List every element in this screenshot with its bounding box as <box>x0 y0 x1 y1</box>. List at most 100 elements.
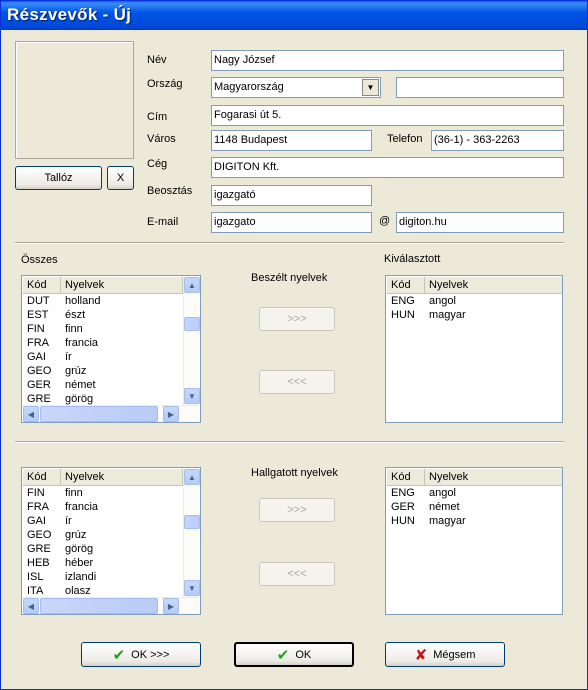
list-item[interactable]: FRA francia <box>23 501 98 515</box>
scroll-thumb[interactable] <box>184 515 200 529</box>
spoken-section-title: Beszélt nyelvek <box>251 272 328 284</box>
column-header-code[interactable]: Kód <box>23 277 61 293</box>
column-header-language[interactable]: Nyelvek <box>61 277 183 293</box>
language-code: GAI <box>27 351 46 363</box>
list-item[interactable]: GEO grúz <box>23 365 100 379</box>
cancel-label: Mégsem <box>433 648 476 661</box>
list-item[interactable]: GRE görög <box>23 543 98 557</box>
country-label: Ország <box>147 78 183 90</box>
scroll-up-button[interactable]: ▲ <box>184 277 200 293</box>
column-header-language[interactable]: Nyelvek <box>425 469 562 485</box>
position-label: Beosztás <box>147 185 193 197</box>
spoken-remove-button[interactable]: <<< <box>259 370 335 394</box>
language-name: izlandi <box>65 571 97 583</box>
address-label: Cím <box>147 111 168 123</box>
ok-button[interactable]: ✔ OK <box>234 642 354 667</box>
language-code: ENG <box>391 295 415 307</box>
list-item[interactable]: DUT holland <box>23 295 100 309</box>
language-name: ír <box>65 351 72 363</box>
address-field[interactable]: Fogarasi út 5. <box>211 105 564 126</box>
column-header-code[interactable]: Kód <box>23 469 61 485</box>
heard-remove-button[interactable]: <<< <box>259 562 335 586</box>
list-item[interactable]: GAI ír <box>23 515 98 529</box>
spoken-all-list[interactable]: Kód Nyelvek DUT holland EST észt FIN finn FRA f… <box>21 275 201 423</box>
vertical-scrollbar[interactable]: ▲ ▼ <box>183 469 200 597</box>
list-item[interactable]: HUN magyar <box>387 309 466 323</box>
column-header-code[interactable]: Kód <box>387 277 425 293</box>
city-field[interactable]: 1148 Budapest <box>211 130 372 151</box>
scroll-down-button[interactable]: ▼ <box>184 580 200 596</box>
horizontal-scrollbar[interactable]: ◀ ▶ <box>23 405 199 422</box>
list-item[interactable]: EST észt <box>23 309 100 323</box>
language-code: FRA <box>27 501 49 513</box>
position-field[interactable]: igazgató <box>211 185 372 206</box>
language-name: francia <box>65 501 99 513</box>
list-header: Kód Nyelvek <box>23 469 183 486</box>
list-item[interactable]: GEO grúz <box>23 529 98 543</box>
vertical-scrollbar[interactable]: ▲ ▼ <box>183 277 200 405</box>
email-domain-field[interactable]: digiton.hu <box>396 212 564 233</box>
cancel-button[interactable]: ✘ Mégsem <box>385 642 505 667</box>
city-label: Város <box>147 133 176 145</box>
language-name: német <box>429 501 460 513</box>
list-item[interactable]: ISL izlandi <box>23 571 98 585</box>
scroll-up-button[interactable]: ▲ <box>184 469 200 485</box>
name-field[interactable]: Nagy József <box>211 50 564 71</box>
scroll-down-button[interactable]: ▼ <box>184 388 200 404</box>
ok-next-button[interactable]: ✔ OK >>> <box>81 642 201 667</box>
scroll-right-button[interactable]: ▶ <box>163 406 179 422</box>
separator <box>15 441 564 443</box>
scroll-thumb[interactable] <box>40 598 158 614</box>
list-item[interactable]: FIN finn <box>23 487 98 501</box>
list-item[interactable]: HEB héber <box>23 557 98 571</box>
scroll-left-button[interactable]: ◀ <box>23 406 39 422</box>
email-user-field[interactable]: igazgato <box>211 212 372 233</box>
language-name: görög <box>65 543 94 555</box>
language-name: héber <box>65 557 94 569</box>
heard-all-rows: FIN finn FRA francia GAI ír GEO grúz GRE görög HEB… <box>23 487 98 599</box>
list-item[interactable]: FRA francia <box>23 337 100 351</box>
list-item[interactable]: ENG angol <box>387 487 466 501</box>
spoken-selected-label: Kiválasztott <box>384 253 441 265</box>
browse-button[interactable]: Tallóz <box>15 166 102 190</box>
scroll-thumb[interactable] <box>40 406 158 422</box>
language-code: GER <box>27 379 51 391</box>
heard-all-list[interactable]: Kód Nyelvek FIN finn FRA francia GAI ír GEO grú… <box>21 467 201 615</box>
list-item[interactable]: GAI ír <box>23 351 100 365</box>
heard-section-title: Hallgatott nyelvek <box>251 467 338 479</box>
list-item[interactable]: FIN finn <box>23 323 100 337</box>
column-header-language[interactable]: Nyelvek <box>61 469 183 485</box>
spoken-selected-rows: ENG angol HUN magyar <box>387 295 466 323</box>
spoken-add-button[interactable]: >>> <box>259 307 335 331</box>
list-item[interactable]: GER német <box>23 379 100 393</box>
column-header-code[interactable]: Kód <box>387 469 425 485</box>
country-select[interactable]: Magyarország <box>211 77 381 98</box>
list-item[interactable]: ENG angol <box>387 295 466 309</box>
list-item[interactable]: GER német <box>387 501 466 515</box>
language-name: francia <box>65 337 99 349</box>
column-header-language[interactable]: Nyelvek <box>425 277 562 293</box>
language-code: GAI <box>27 515 46 527</box>
ok-label: OK <box>295 648 312 661</box>
language-code: HUN <box>391 515 415 527</box>
photo-box <box>15 41 134 159</box>
country-dropdown-button[interactable]: ▼ <box>362 79 379 96</box>
scroll-thumb[interactable] <box>184 317 200 331</box>
ok-next-label: OK >>> <box>131 648 170 661</box>
country-extra-field[interactable] <box>396 77 564 98</box>
dialog-window: Részvevők - Új Tallóz X Név Nagy József … <box>0 0 588 690</box>
language-name: ír <box>65 515 72 527</box>
scroll-right-button[interactable]: ▶ <box>163 598 179 614</box>
phone-field[interactable]: (36-1) - 363-2263 <box>431 130 564 151</box>
title-bar[interactable]: Részvevők - Új <box>1 1 587 30</box>
heard-add-button[interactable]: >>> <box>259 498 335 522</box>
spoken-selected-list[interactable]: Kód Nyelvek ENG angol HUN magyar <box>385 275 563 423</box>
horizontal-scrollbar[interactable]: ◀ ▶ <box>23 597 199 614</box>
company-field[interactable]: DIGITON Kft. <box>211 157 564 178</box>
scroll-left-button[interactable]: ◀ <box>23 598 39 614</box>
list-item[interactable]: HUN magyar <box>387 515 466 529</box>
language-name: angol <box>429 487 456 499</box>
language-name: finn <box>65 323 83 335</box>
clear-photo-button[interactable]: X <box>107 166 134 190</box>
heard-selected-list[interactable]: Kód Nyelvek ENG angol GER német HUN magyar <box>385 467 563 615</box>
